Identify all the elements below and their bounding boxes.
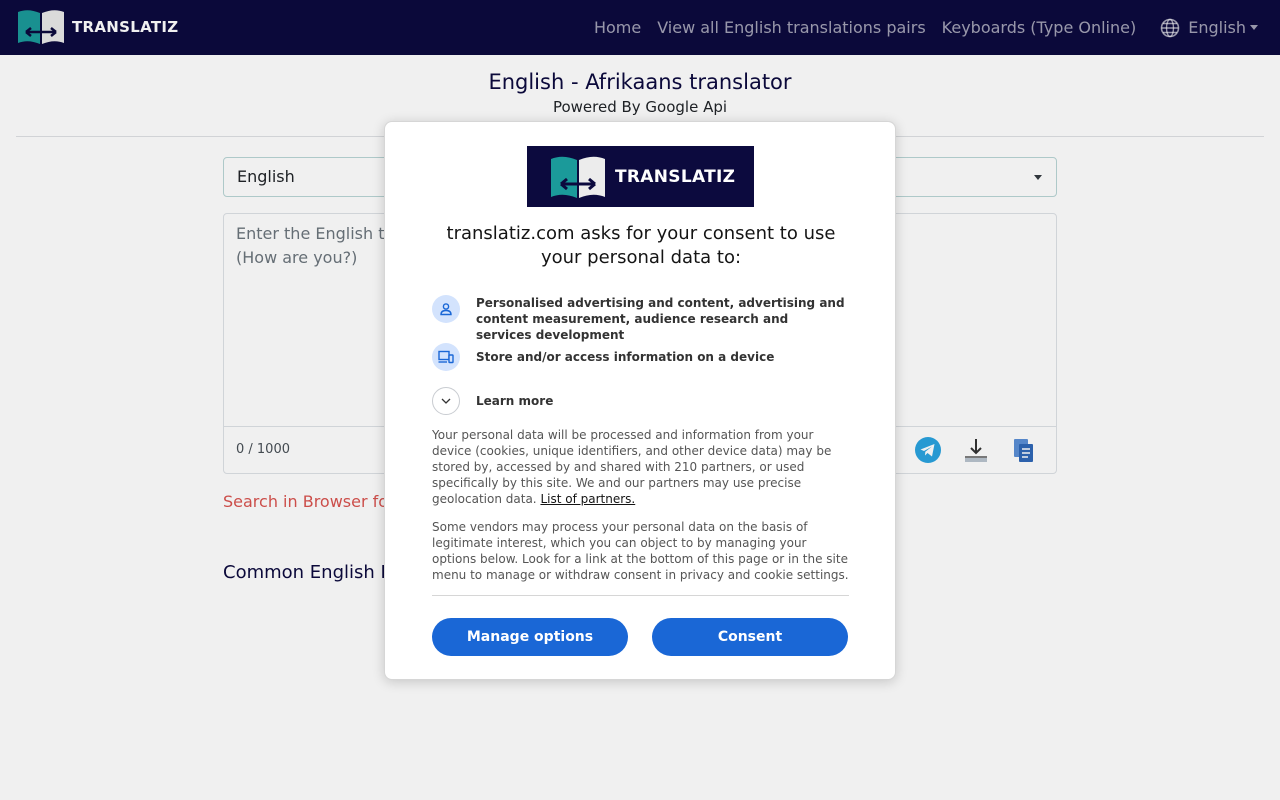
list-of-partners-link[interactable]: List of partners. — [540, 492, 635, 506]
consent-dialog: TRANSLATIZ translatiz.com asks for your … — [384, 121, 896, 680]
learn-more-toggle[interactable]: Learn more — [432, 387, 553, 415]
purpose-text: Personalised advertising and content, ad… — [476, 296, 845, 342]
purpose-text: Store and/or access information on a dev… — [476, 350, 775, 364]
book-arrows-icon — [551, 156, 605, 198]
consent-paragraph-1: Your personal data will be processed and… — [432, 427, 850, 507]
dialog-logo: TRANSLATIZ — [527, 146, 754, 207]
dialog-divider — [432, 595, 849, 596]
purpose-personalised-ads: Personalised advertising and content, ad… — [432, 295, 846, 343]
consent-button[interactable]: Consent — [652, 618, 848, 656]
devices-icon — [432, 343, 460, 371]
manage-options-button[interactable]: Manage options — [432, 618, 628, 656]
consent-heading: translatiz.com asks for your consent to … — [446, 223, 836, 268]
person-icon — [432, 295, 460, 323]
purpose-store-access: Store and/or access information on a dev… — [432, 343, 846, 371]
learn-more-label: Learn more — [476, 394, 554, 408]
consent-paragraph-2: Some vendors may process your personal d… — [432, 520, 849, 582]
dialog-logo-text: TRANSLATIZ — [615, 166, 736, 187]
chevron-down-icon[interactable] — [432, 387, 460, 415]
